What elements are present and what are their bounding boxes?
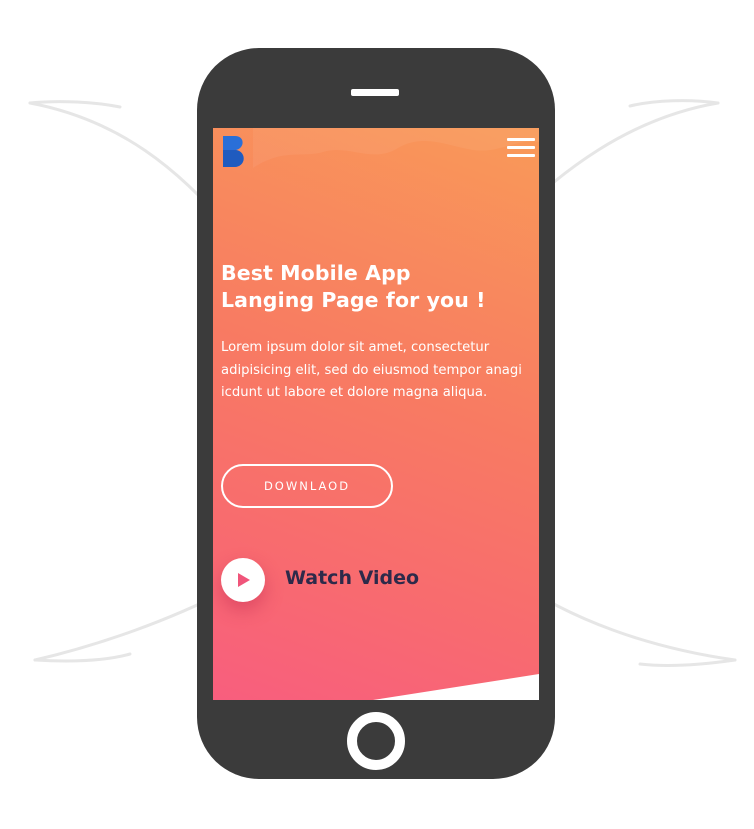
phone-speaker [351, 89, 399, 96]
headline-line-1: Best Mobile App [221, 261, 411, 285]
arrow-bottom-right-head [638, 658, 737, 667]
background-wave [253, 128, 539, 168]
hamburger-menu-icon[interactable] [507, 138, 535, 158]
play-video-button[interactable] [221, 558, 265, 602]
play-icon [238, 573, 250, 587]
logo-b-icon[interactable] [221, 134, 249, 168]
phone-screen: Best Mobile App Langing Page for you ! L… [213, 128, 539, 700]
download-button[interactable]: DOWNLAOD [221, 464, 393, 508]
headline-line-2: Langing Page for you ! [221, 288, 486, 312]
bottom-white-slant [373, 674, 539, 700]
hero-headline: Best Mobile App Langing Page for you ! [221, 260, 539, 314]
phone-home-button [347, 712, 405, 770]
phone-mockup: Best Mobile App Langing Page for you ! L… [197, 48, 555, 779]
hero-description: Lorem ipsum dolor sit amet, consectetur … [221, 340, 522, 400]
watch-video-link[interactable]: Watch Video [285, 564, 419, 592]
